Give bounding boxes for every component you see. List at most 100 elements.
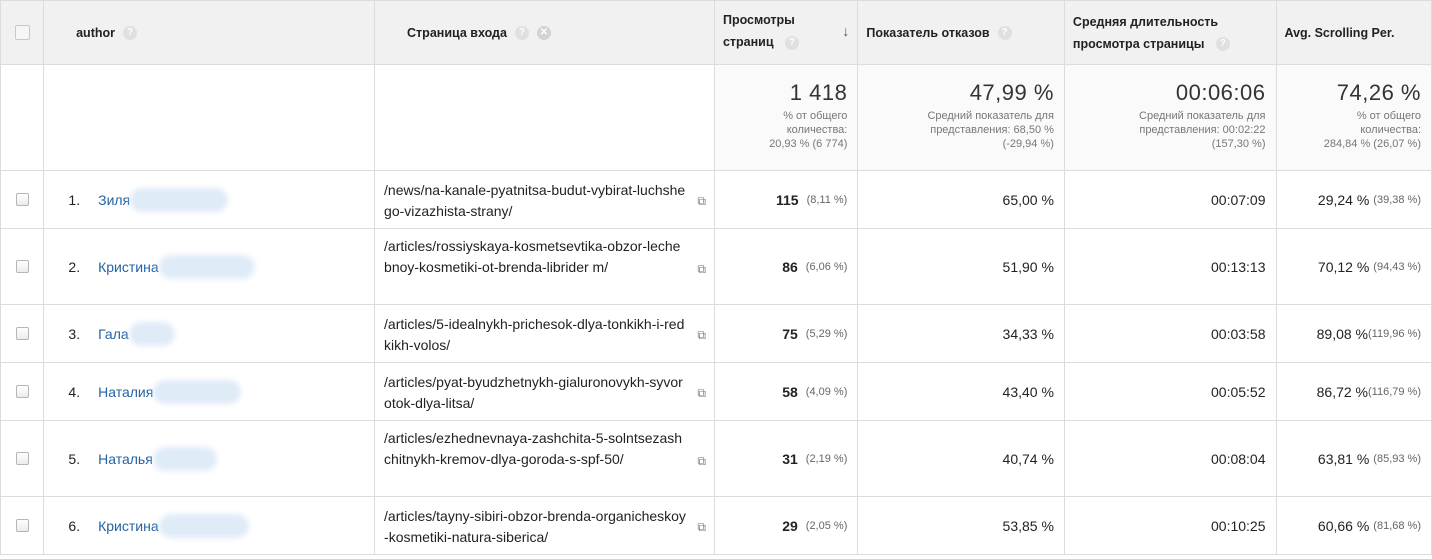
- landing-page-path[interactable]: /news/na-kanale-pyatnitsa-budut-vybirat-…: [384, 182, 685, 219]
- landing-page-path[interactable]: /articles/5-idealnykh-prichesok-dlya-ton…: [384, 316, 684, 353]
- bounce-value: 34,33 %: [1002, 325, 1054, 342]
- bounce-value: 43,40 %: [1002, 383, 1054, 400]
- pageviews-cell: 29 (2,05 %): [713, 496, 859, 555]
- bounce-value: 51,90 %: [1002, 258, 1054, 275]
- landing-page-path[interactable]: /articles/rossiyskaya-kosmetsevtika-obzo…: [384, 238, 680, 275]
- author-link[interactable]: Гала: [98, 326, 129, 342]
- scroll-percent: (85,93 %): [1373, 452, 1421, 465]
- pageviews-cell: 75 (5,29 %): [713, 304, 859, 363]
- select-all-checkbox[interactable]: [14, 25, 30, 40]
- author-cell: 6. Кристина: [43, 496, 376, 555]
- help-icon[interactable]: ?: [1215, 37, 1230, 52]
- bounce-cell: 53,85 %: [857, 496, 1065, 555]
- duration-cell: 00:07:09: [1063, 170, 1277, 229]
- external-link-icon[interactable]: ⧉: [697, 259, 706, 280]
- scroll-percent: (94,43 %): [1373, 260, 1421, 273]
- external-link-icon[interactable]: ⧉: [697, 191, 706, 212]
- column-bounce-rate[interactable]: Показатель отказов ?: [857, 0, 1065, 65]
- bounce-value: 53,85 %: [1002, 517, 1054, 534]
- summary-avg-duration-note-1: Средний показатель для: [1139, 110, 1266, 122]
- duration-value: 00:05:52: [1211, 383, 1266, 400]
- scroll-value: 29,24 %: [1317, 191, 1370, 208]
- pageviews-value: 58: [782, 383, 798, 400]
- row-select-cell: [0, 420, 45, 497]
- external-link-icon[interactable]: ⧉: [697, 451, 706, 472]
- column-author-label[interactable]: author: [76, 22, 115, 44]
- landing-page-path[interactable]: /articles/pyat-byudzhetnykh-gialuronovyk…: [384, 374, 683, 411]
- duration-value: 00:03:58: [1211, 325, 1266, 342]
- pageviews-cell: 115 (8,11 %): [713, 170, 859, 229]
- row-checkbox[interactable]: [15, 193, 29, 206]
- column-landing-page-label[interactable]: Страница входа: [407, 22, 507, 44]
- remove-dimension-icon[interactable]: ✕: [536, 25, 551, 40]
- row-checkbox[interactable]: [15, 327, 29, 340]
- summary-avg-duration: 00:06:06 Средний показатель для представ…: [1063, 64, 1277, 171]
- row-checkbox[interactable]: [15, 385, 29, 398]
- scroll-percent: (39,38 %): [1373, 193, 1421, 206]
- landing-page-path[interactable]: /articles/ezhednevnaya-zashchita-5-solnt…: [384, 430, 682, 467]
- row-checkbox[interactable]: [15, 260, 29, 273]
- pageviews-value: 75: [782, 325, 798, 342]
- help-icon[interactable]: ?: [785, 35, 800, 50]
- author-link[interactable]: Наталия: [98, 384, 153, 400]
- header-row: author ? Страница входа ? ✕ Просмотры ст…: [0, 0, 1432, 65]
- column-avg-scroll[interactable]: Avg. Scrolling Per.: [1275, 0, 1432, 65]
- row-select-cell: [0, 228, 45, 305]
- author-link[interactable]: Наталья: [98, 451, 153, 467]
- column-avg-duration-label[interactable]: Средняя длительность просмотра страницы: [1073, 15, 1218, 51]
- row-checkbox[interactable]: [15, 519, 29, 532]
- author-cell: 3. Гала: [43, 304, 376, 363]
- help-icon[interactable]: ?: [123, 25, 137, 40]
- redacted-name: [134, 191, 225, 208]
- landing-page-cell: /news/na-kanale-pyatnitsa-budut-vybirat-…: [374, 170, 715, 229]
- row-select-cell: [0, 304, 45, 363]
- summary-bounce-rate-note-3: (-29,94 %): [1002, 138, 1054, 150]
- pageviews-percent: (6,06 %): [805, 260, 848, 273]
- row-checkbox[interactable]: [15, 452, 29, 465]
- scroll-value: 89,08 %: [1316, 325, 1368, 342]
- pageviews-percent: (2,05 %): [805, 519, 848, 532]
- summary-empty-cell: [43, 64, 376, 171]
- redacted-name: [157, 383, 238, 400]
- bounce-cell: 34,33 %: [857, 304, 1065, 363]
- summary-bounce-rate-note-2: представления: 68,50 %: [930, 124, 1054, 136]
- scroll-cell: 29,24 % (39,38 %): [1275, 170, 1432, 229]
- column-author[interactable]: author ?: [43, 0, 376, 65]
- pageviews-cell: 58 (4,09 %): [713, 362, 859, 421]
- pageviews-value: 29: [782, 517, 798, 534]
- column-landing-page[interactable]: Страница входа ? ✕: [374, 0, 715, 65]
- scroll-cell: 89,08 % (119,96 %): [1275, 304, 1432, 363]
- summary-pageviews: 1 418 % от общего количества: 20,93 % (6…: [713, 64, 859, 171]
- external-link-icon[interactable]: ⧉: [697, 325, 706, 346]
- column-bounce-rate-label[interactable]: Показатель отказов: [866, 22, 989, 44]
- summary-avg-scroll-value: 74,26 %: [1336, 80, 1421, 105]
- duration-value: 00:10:25: [1211, 517, 1266, 534]
- sort-descending-icon[interactable]: ↓: [842, 20, 849, 42]
- column-avg-duration[interactable]: Средняя длительность просмотра страницы …: [1063, 0, 1277, 65]
- column-pageviews[interactable]: Просмотры страниц ? ↓: [713, 0, 859, 65]
- duration-cell: 00:03:58: [1063, 304, 1277, 363]
- table-row: 6. Кристина /articles/tayny-sibiri-obzor…: [0, 496, 1432, 555]
- pageviews-percent: (4,09 %): [805, 385, 848, 398]
- redacted-name: [132, 325, 171, 342]
- row-number: 5.: [68, 450, 81, 467]
- external-link-icon[interactable]: ⧉: [697, 383, 706, 404]
- scroll-cell: 70,12 % (94,43 %): [1275, 228, 1432, 305]
- external-link-icon[interactable]: ⧉: [697, 517, 706, 538]
- author-link[interactable]: Кристина: [98, 518, 159, 534]
- author-cell: 1. Зиля: [43, 170, 376, 229]
- help-icon[interactable]: ?: [997, 25, 1012, 40]
- duration-value: 00:07:09: [1211, 191, 1266, 208]
- row-number: 3.: [68, 325, 81, 342]
- scroll-value: 86,72 %: [1316, 383, 1368, 400]
- help-icon[interactable]: ?: [514, 25, 529, 40]
- row-number: 2.: [68, 258, 81, 275]
- column-avg-scroll-label[interactable]: Avg. Scrolling Per.: [1285, 22, 1395, 44]
- summary-avg-scroll-note-3: 284,84 % (26,07 %): [1323, 138, 1421, 150]
- summary-avg-scroll: 74,26 % % от общего количества: 284,84 %…: [1275, 64, 1432, 171]
- author-link[interactable]: Кристина: [98, 259, 159, 275]
- row-number: 4.: [68, 383, 81, 400]
- summary-pageviews-note-2: количества:: [786, 124, 848, 136]
- landing-page-path[interactable]: /articles/tayny-sibiri-obzor-brenda-orga…: [384, 508, 686, 545]
- author-link[interactable]: Зиля: [98, 192, 130, 208]
